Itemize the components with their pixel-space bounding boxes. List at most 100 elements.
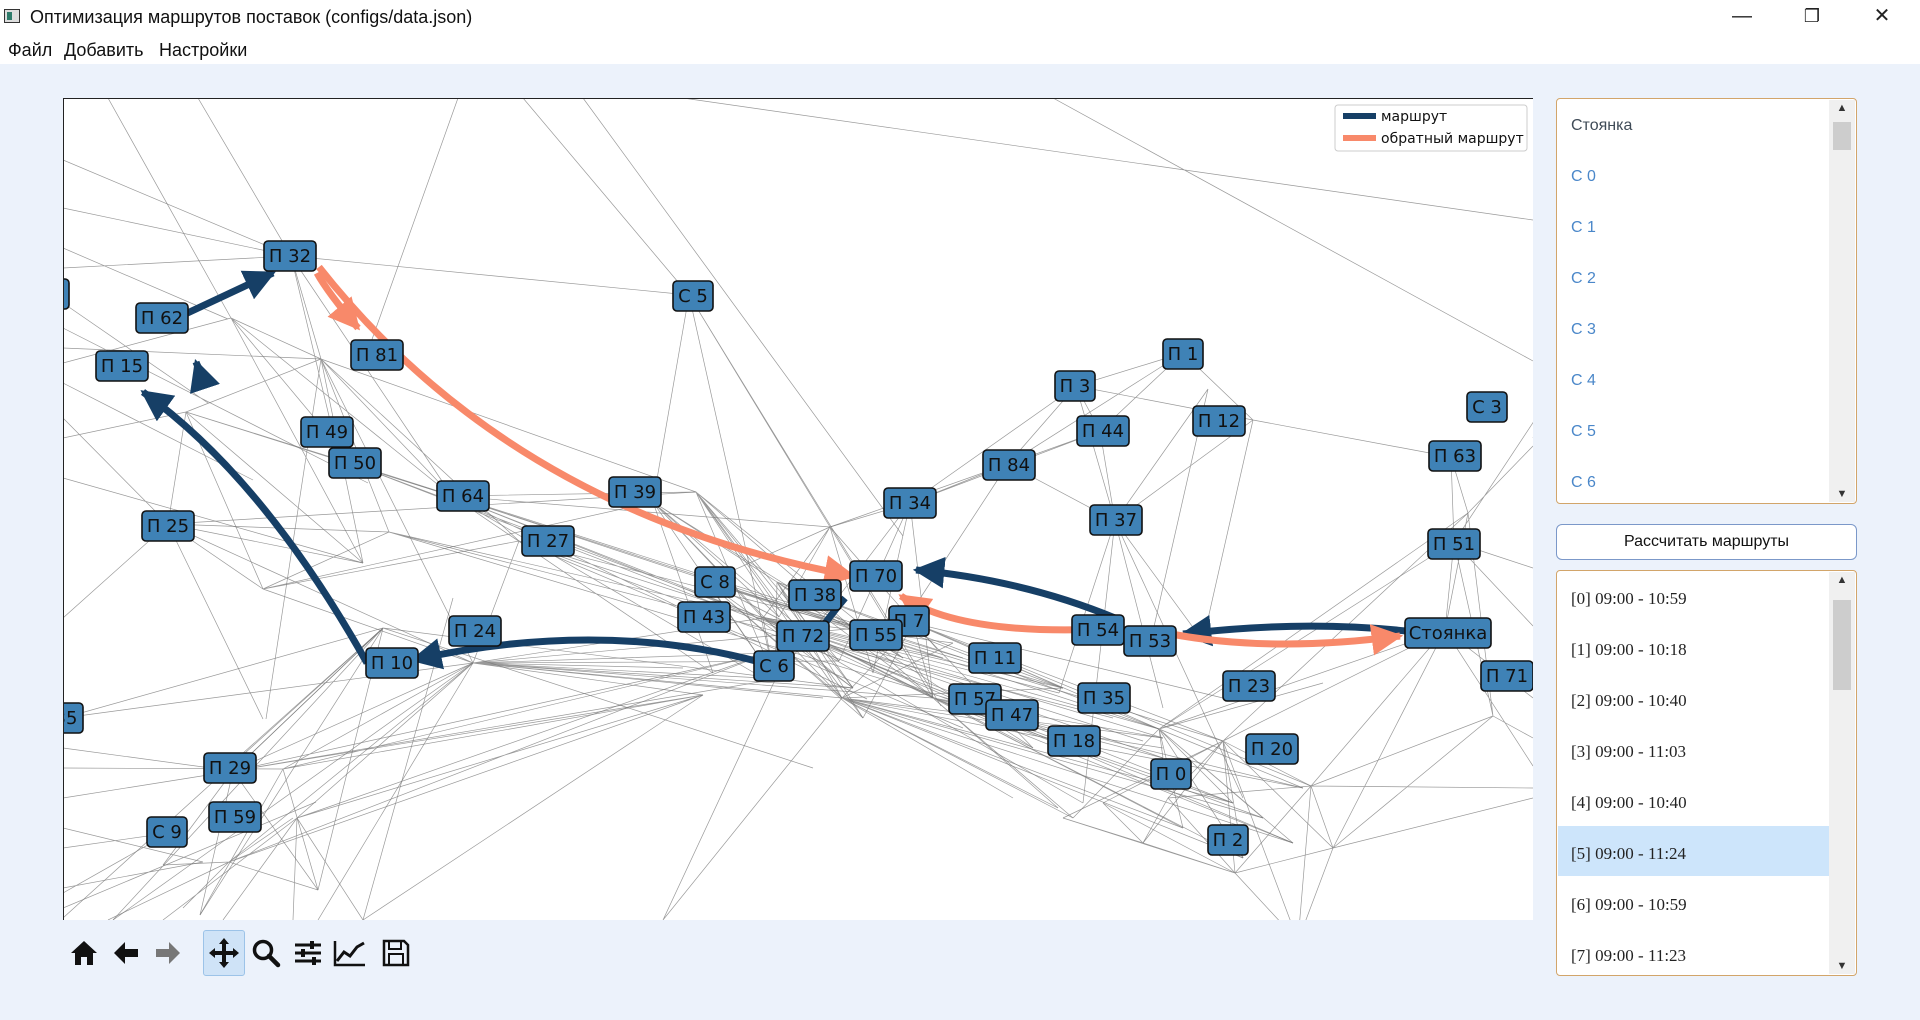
back-icon[interactable] bbox=[105, 930, 147, 976]
list-item[interactable]: [3] 09:00 - 11:03 bbox=[1571, 742, 1686, 762]
graph-node[interactable]: П 72 bbox=[776, 620, 830, 652]
graph-node[interactable] bbox=[63, 278, 70, 310]
close-button[interactable]: ✕ bbox=[1848, 0, 1916, 34]
graph-node[interactable]: П 24 bbox=[448, 615, 502, 647]
menu-file[interactable]: Файл bbox=[8, 40, 52, 61]
graph-node[interactable]: П 10 bbox=[365, 647, 419, 679]
scrollbar-thumb[interactable] bbox=[1833, 600, 1851, 690]
graph-node[interactable]: П 54 bbox=[1071, 614, 1125, 646]
graph-canvas[interactable]: П 32 П 62 П 15 П 81 С 5 П 1 П 3 П 12 П 4… bbox=[63, 98, 1533, 920]
svg-text:П 35: П 35 bbox=[1083, 688, 1125, 709]
scrollbar[interactable]: ▲ ▼ bbox=[1829, 572, 1855, 974]
list-item[interactable]: С 1 bbox=[1571, 219, 1596, 237]
graph-node[interactable]: П 15 bbox=[95, 350, 149, 382]
list-item[interactable]: [0] 09:00 - 10:59 bbox=[1571, 589, 1687, 609]
graph-node[interactable]: Стоянка bbox=[1404, 617, 1492, 649]
minimize-button[interactable]: — bbox=[1708, 0, 1776, 34]
maximize-button[interactable]: ❐ bbox=[1778, 0, 1846, 34]
graph-node[interactable]: П 59 bbox=[208, 801, 262, 833]
menu-settings[interactable]: Настройки bbox=[159, 40, 247, 61]
graph-node[interactable]: П 81 bbox=[350, 339, 404, 371]
list-item[interactable]: Стоянка bbox=[1571, 117, 1632, 135]
graph-node[interactable]: П 32 bbox=[263, 240, 317, 272]
list-item[interactable]: [2] 09:00 - 10:40 bbox=[1571, 691, 1687, 711]
graph-node[interactable]: П 18 bbox=[1047, 725, 1101, 757]
graph-node[interactable]: П 71 bbox=[1480, 660, 1533, 692]
scroll-down-icon[interactable]: ▼ bbox=[1829, 960, 1855, 972]
list-item-selected[interactable]: [5] 09:00 - 11:24 bbox=[1571, 844, 1686, 864]
list-item[interactable]: С 2 bbox=[1571, 270, 1596, 288]
graph-node[interactable]: П 35 bbox=[1077, 682, 1131, 714]
route-edge bbox=[1179, 615, 1407, 647]
forward-icon[interactable] bbox=[147, 930, 189, 976]
svg-text:П 2: П 2 bbox=[1213, 830, 1244, 851]
edit-axis-icon[interactable] bbox=[329, 930, 371, 976]
graph-node[interactable]: П 27 bbox=[521, 525, 575, 557]
graph-node[interactable]: П 38 bbox=[788, 579, 842, 611]
graph-node[interactable]: П 20 bbox=[1245, 733, 1299, 765]
routes-list[interactable]: [0] 09:00 - 10:59 [1] 09:00 - 10:18 [2] … bbox=[1556, 570, 1857, 976]
graph-node[interactable]: П 43 bbox=[677, 601, 731, 633]
graph-node[interactable]: С 9 bbox=[146, 816, 188, 848]
graph-node[interactable]: П 25 bbox=[141, 510, 195, 542]
graph-node[interactable]: 35 bbox=[63, 702, 84, 734]
list-item[interactable]: [4] 09:00 - 10:40 bbox=[1571, 793, 1687, 813]
legend: маршрут обратный маршрут bbox=[1334, 104, 1528, 152]
graph-plot[interactable]: П 32 П 62 П 15 П 81 С 5 П 1 П 3 П 12 П 4… bbox=[63, 98, 1533, 920]
home-icon[interactable] bbox=[63, 930, 105, 976]
graph-node[interactable]: П 1 bbox=[1162, 338, 1204, 370]
scroll-up-icon[interactable]: ▲ bbox=[1829, 574, 1855, 586]
graph-node[interactable]: С 3 bbox=[1466, 391, 1508, 423]
graph-node[interactable]: С 6 bbox=[753, 650, 795, 682]
graph-node[interactable]: П 2 bbox=[1207, 824, 1249, 856]
list-item[interactable]: [6] 09:00 - 10:59 bbox=[1571, 895, 1687, 915]
svg-text:С 9: С 9 bbox=[152, 822, 182, 843]
scroll-down-icon[interactable]: ▼ bbox=[1829, 488, 1855, 500]
menu-add[interactable]: Добавить bbox=[64, 40, 144, 61]
list-item[interactable]: С 3 bbox=[1571, 321, 1596, 339]
list-item[interactable]: [7] 09:00 - 11:23 bbox=[1571, 946, 1686, 966]
configure-icon[interactable] bbox=[287, 930, 329, 976]
graph-node[interactable]: П 47 bbox=[985, 699, 1039, 731]
graph-node[interactable]: П 3 bbox=[1054, 370, 1096, 402]
graph-node[interactable]: П 84 bbox=[982, 449, 1036, 481]
graph-node[interactable]: П 29 bbox=[203, 752, 257, 784]
graph-node[interactable]: П 62 bbox=[135, 302, 189, 334]
calculate-routes-button[interactable]: Рассчитать маршруты bbox=[1556, 524, 1857, 560]
graph-node[interactable]: П 64 bbox=[436, 480, 490, 512]
graph-node[interactable]: С 8 bbox=[694, 566, 736, 598]
svg-text:П 70: П 70 bbox=[855, 566, 897, 587]
scroll-up-icon[interactable]: ▲ bbox=[1829, 102, 1855, 114]
graph-node[interactable]: П 49 bbox=[300, 416, 354, 448]
list-item[interactable]: С 6 bbox=[1571, 474, 1596, 492]
pan-icon[interactable] bbox=[203, 930, 245, 976]
graph-node[interactable]: П 0 bbox=[1150, 758, 1192, 790]
parking-list[interactable]: Стоянка С 0 С 1 С 2 С 3 С 4 С 5 С 6 ▲ ▼ bbox=[1556, 98, 1857, 504]
graph-node[interactable]: П 51 bbox=[1427, 528, 1481, 560]
list-item[interactable]: С 0 bbox=[1571, 168, 1596, 186]
graph-node[interactable]: П 55 bbox=[849, 619, 903, 651]
list-item[interactable]: С 5 bbox=[1571, 423, 1596, 441]
graph-node[interactable]: П 23 bbox=[1222, 670, 1276, 702]
graph-node[interactable]: С 5 bbox=[672, 280, 714, 312]
list-item[interactable]: С 4 bbox=[1571, 372, 1596, 390]
graph-node[interactable]: П 44 bbox=[1076, 415, 1130, 447]
graph-node[interactable]: П 63 bbox=[1428, 440, 1482, 472]
graph-node[interactable]: П 39 bbox=[608, 476, 662, 508]
scrollbar-thumb[interactable] bbox=[1833, 122, 1851, 150]
graph-node[interactable]: П 12 bbox=[1192, 405, 1246, 437]
list-item[interactable]: [1] 09:00 - 10:18 bbox=[1571, 640, 1687, 660]
save-icon[interactable] bbox=[375, 930, 417, 976]
svg-text:П 55: П 55 bbox=[855, 625, 897, 646]
svg-text:П 62: П 62 bbox=[141, 308, 183, 329]
graph-node[interactable]: П 11 bbox=[968, 642, 1022, 674]
legend-route-label: маршрут bbox=[1381, 109, 1447, 125]
scrollbar[interactable]: ▲ ▼ bbox=[1829, 100, 1855, 502]
svg-text:П 84: П 84 bbox=[988, 455, 1030, 476]
graph-node[interactable]: П 34 bbox=[883, 487, 937, 519]
graph-node[interactable]: П 53 bbox=[1123, 625, 1177, 657]
graph-node[interactable]: П 37 bbox=[1089, 504, 1143, 536]
graph-node[interactable]: П 70 bbox=[849, 560, 903, 592]
graph-node[interactable]: П 50 bbox=[328, 447, 382, 479]
zoom-icon[interactable] bbox=[245, 930, 287, 976]
